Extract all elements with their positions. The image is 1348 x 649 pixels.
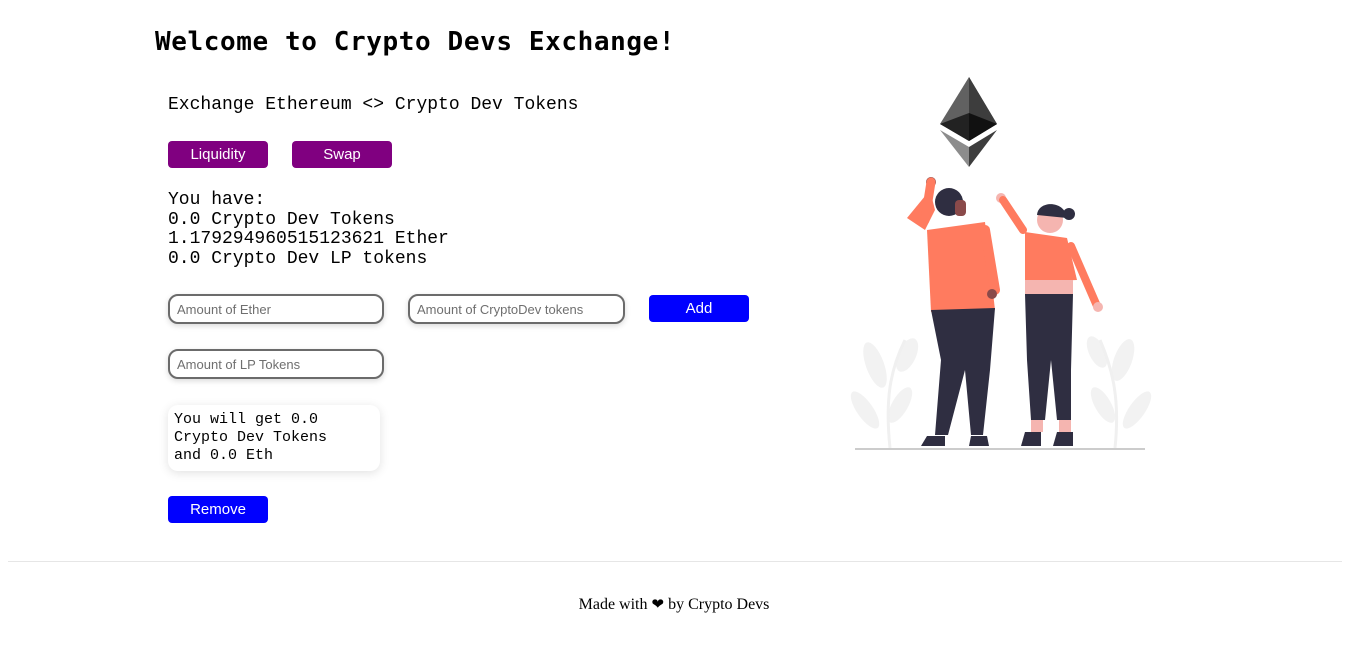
plant-right xyxy=(1086,336,1152,449)
crypto-dev-token-balance: 0.0 Crypto Dev Tokens xyxy=(168,209,395,230)
swap-button[interactable]: Swap xyxy=(292,141,392,168)
page: Welcome to Crypto Devs Exchange! Exchang… xyxy=(0,0,1348,649)
ether-amount-input[interactable] xyxy=(168,294,384,324)
remove-liquidity-button[interactable]: Remove xyxy=(168,496,268,523)
remove-result-card: You will get 0.0 Crypto Dev Tokens and 0… xyxy=(168,405,380,471)
result-line: You will get 0.0 xyxy=(174,411,319,428)
page-subtitle: Exchange Ethereum <> Crypto Dev Tokens xyxy=(168,95,579,115)
result-line: Crypto Dev Tokens xyxy=(174,429,328,446)
balances-heading: You have: xyxy=(168,190,266,210)
footer-author: by Crypto Devs xyxy=(668,596,770,613)
result-line: and 0.0 Eth xyxy=(174,447,274,464)
footer-made-with: Made with xyxy=(578,596,648,613)
add-liquidity-button[interactable]: Add xyxy=(649,295,749,322)
heart-icon: ❤ xyxy=(651,597,665,613)
crypto-dev-token-amount-input[interactable] xyxy=(408,294,625,324)
crypto-illustration xyxy=(850,77,1152,450)
lp-token-amount-input[interactable] xyxy=(168,349,384,379)
page-title: Welcome to Crypto Devs Exchange! xyxy=(155,27,676,57)
liquidity-button[interactable]: Liquidity xyxy=(168,141,268,168)
plant-left xyxy=(850,338,919,449)
footer: Made with ❤ by Crypto Devs xyxy=(0,595,1348,614)
lp-token-balance: 0.0 Crypto Dev LP tokens xyxy=(168,248,428,269)
man-figure xyxy=(907,177,1000,446)
balances: You have: 0.0 Crypto Dev Tokens 1.179294… xyxy=(168,190,449,269)
woman-figure xyxy=(996,193,1103,446)
ethereum-logo-icon xyxy=(940,77,997,167)
footer-divider xyxy=(8,561,1342,562)
ether-balance: 1.179294960515123621 Ether xyxy=(168,229,449,249)
